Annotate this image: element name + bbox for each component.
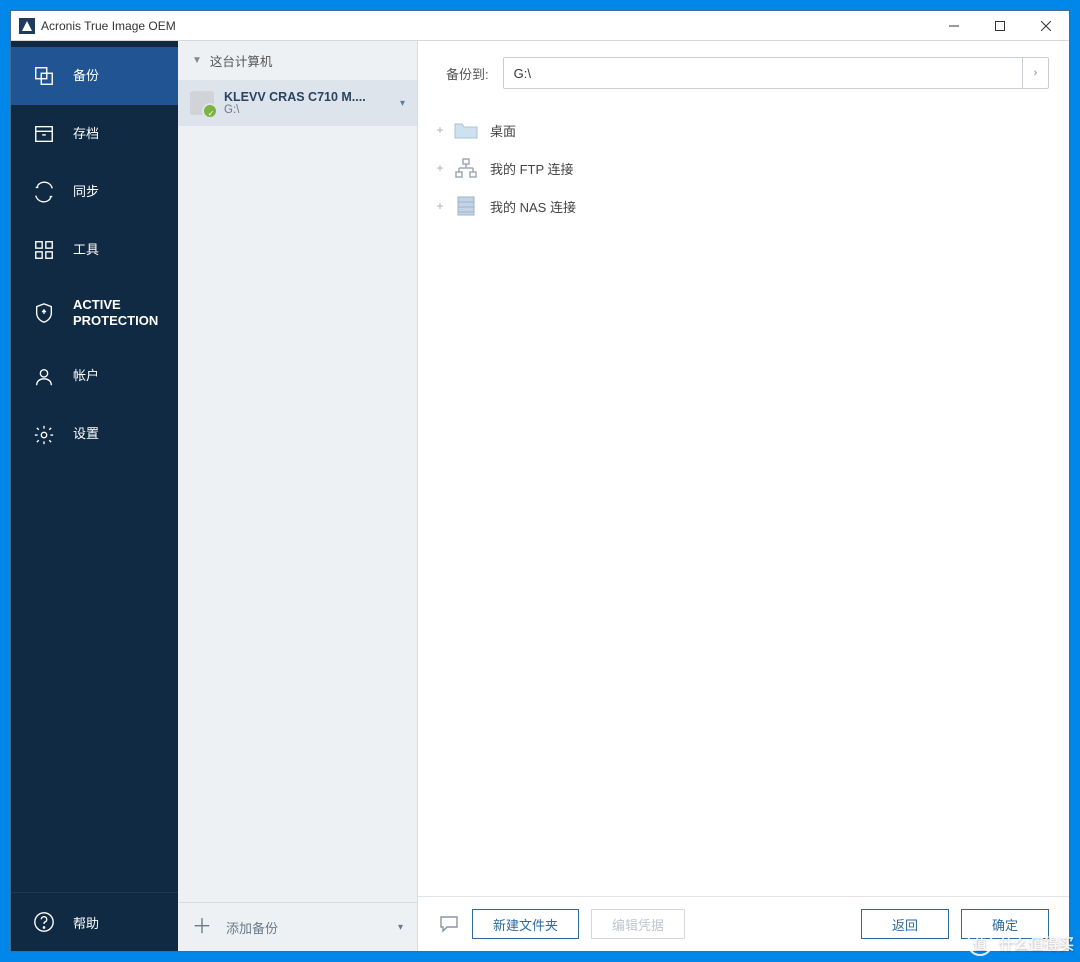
path-go-button[interactable]: › [1022, 58, 1048, 88]
list-item-name: KLEVV CRAS C710 M.... [224, 90, 396, 104]
backup-icon [33, 65, 55, 87]
tree-item-label: 桌面 [490, 121, 516, 140]
tree-item-desktop[interactable]: + 桌面 [432, 111, 1049, 149]
sidebar-item-label: ACTIVE PROTECTION [73, 297, 158, 330]
chevron-down-icon[interactable]: ▾ [400, 98, 405, 109]
sidebar-nav: 备份 存档 同步 工具 ACTIVE PROTECTION [11, 41, 178, 892]
close-button[interactable] [1023, 11, 1069, 41]
sidebar-item-label: 存档 [73, 126, 99, 142]
watermark: 值 什么值得买 [967, 930, 1074, 956]
gear-icon [33, 424, 55, 446]
window-title: Acronis True Image OEM [41, 19, 176, 33]
sync-icon [33, 181, 55, 203]
edit-credentials-button: 编辑凭据 [591, 909, 685, 939]
account-icon [33, 366, 55, 388]
window-controls [931, 11, 1069, 41]
titlebar: Acronis True Image OEM [11, 11, 1069, 41]
sidebar-item-sync[interactable]: 同步 [11, 163, 178, 221]
new-folder-button[interactable]: 新建文件夹 [472, 909, 579, 939]
expand-icon[interactable]: + [432, 123, 448, 137]
sidebar-item-label: 帐户 [73, 368, 99, 384]
backup-list-panel: ▼ 这台计算机 ✓ KLEVV CRAS C710 M.... G:\ ▾ ＋ … [178, 41, 418, 951]
location-tree: + 桌面 + 我的 FTP 连接 + 我的 NAS 连接 [418, 105, 1069, 896]
archive-icon [33, 123, 55, 145]
list-item-texts: KLEVV CRAS C710 M.... G:\ [224, 90, 396, 116]
sidebar: 备份 存档 同步 工具 ACTIVE PROTECTION [11, 41, 178, 951]
tree-item-nas[interactable]: + 我的 NAS 连接 [432, 187, 1049, 225]
nas-icon [452, 195, 480, 217]
expand-icon[interactable]: + [432, 199, 448, 213]
sidebar-item-settings[interactable]: 设置 [11, 406, 178, 464]
shield-icon [33, 302, 55, 324]
chevron-down-icon[interactable]: ▾ [398, 922, 403, 933]
add-backup-button[interactable]: ＋ 添加备份 ▾ [178, 902, 417, 951]
list-item-sub: G:\ [224, 104, 396, 116]
help-icon [33, 911, 55, 933]
sidebar-item-archive[interactable]: 存档 [11, 105, 178, 163]
path-input[interactable] [504, 58, 1022, 88]
sidebar-item-label: 备份 [73, 68, 99, 84]
sidebar-item-account[interactable]: 帐户 [11, 348, 178, 406]
sidebar-item-help[interactable]: 帮助 [11, 892, 178, 951]
sidebar-item-tools[interactable]: 工具 [11, 221, 178, 279]
chevron-down-icon: ▼ [192, 55, 202, 66]
sidebar-item-label: 工具 [73, 242, 99, 258]
network-icon [452, 157, 480, 179]
tree-item-label: 我的 NAS 连接 [490, 197, 576, 216]
sidebar-item-label: 帮助 [73, 913, 99, 932]
path-bar: 备份到: › [418, 41, 1069, 105]
app-icon [19, 18, 35, 34]
app-body: 备份 存档 同步 工具 ACTIVE PROTECTION [11, 41, 1069, 951]
folder-icon [452, 119, 480, 141]
tools-icon [33, 239, 55, 261]
expand-icon[interactable]: + [432, 161, 448, 175]
watermark-text: 什么值得买 [999, 933, 1074, 954]
disk-icon: ✓ [190, 91, 214, 115]
list-header-label: 这台计算机 [210, 51, 273, 70]
minimize-button[interactable] [931, 11, 977, 41]
backup-list-item[interactable]: ✓ KLEVV CRAS C710 M.... G:\ ▾ [178, 80, 417, 126]
sidebar-item-active-protection[interactable]: ACTIVE PROTECTION [11, 279, 178, 348]
plus-icon: ＋ [192, 917, 212, 937]
main-panel: 备份到: › + 桌面 + 我的 FTP 连接 + [418, 41, 1069, 951]
sidebar-item-label: 设置 [73, 426, 99, 442]
sidebar-item-label: 同步 [73, 184, 99, 200]
watermark-icon: 值 [967, 930, 993, 956]
tree-item-label: 我的 FTP 连接 [490, 159, 574, 178]
list-header[interactable]: ▼ 这台计算机 [178, 41, 417, 80]
sidebar-item-backup[interactable]: 备份 [11, 47, 178, 105]
maximize-button[interactable] [977, 11, 1023, 41]
chat-icon[interactable] [438, 915, 460, 933]
add-backup-label: 添加备份 [226, 918, 278, 937]
path-input-wrapper: › [503, 57, 1049, 89]
path-label: 备份到: [446, 64, 489, 83]
app-window: Acronis True Image OEM 备份 存档 同步 [10, 10, 1070, 952]
back-button[interactable]: 返回 [861, 909, 949, 939]
tree-item-ftp[interactable]: + 我的 FTP 连接 [432, 149, 1049, 187]
